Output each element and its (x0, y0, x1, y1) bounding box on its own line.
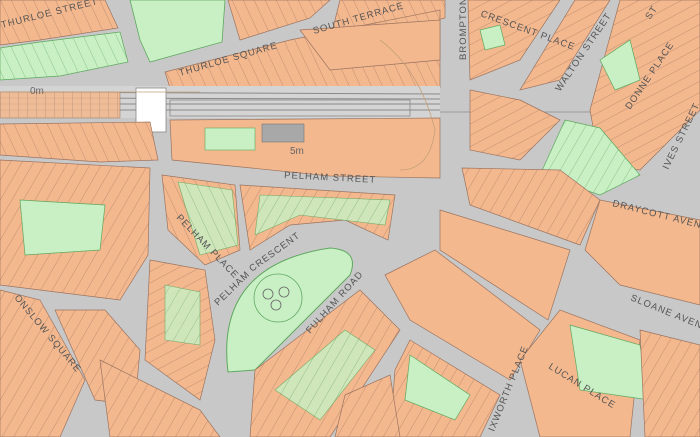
map-svg: THURLOE STREET SOUTH TERRACE THURLOE SQU… (0, 0, 700, 437)
label-brompton-road: BROMPTON R (458, 0, 469, 60)
label-contour-0m: 0m (30, 86, 44, 97)
label-contour-5m: 5m (290, 146, 304, 157)
map-canvas[interactable]: THURLOE STREET SOUTH TERRACE THURLOE SQU… (0, 0, 700, 437)
